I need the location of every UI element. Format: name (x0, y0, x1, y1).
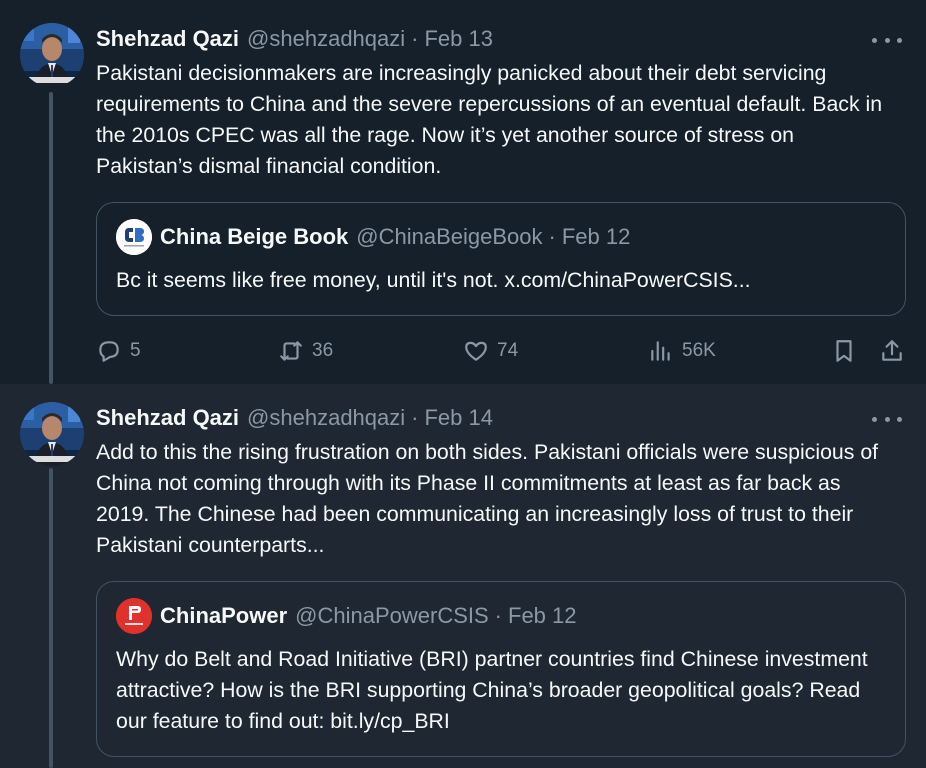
author-handle[interactable]: @shehzadhqazi (247, 405, 405, 431)
tweet-header: Shehzad Qazi @shehzadhqazi · Feb 14 (96, 402, 493, 434)
repost-icon (280, 341, 302, 361)
views-count: 56K (682, 340, 716, 361)
avatar-image (20, 23, 84, 87)
quoted-header-separator: · (494, 603, 502, 628)
quoted-tweet[interactable]: China Beige Book @ChinaBeigeBook · Feb 1… (96, 202, 906, 316)
tweet-header: Shehzad Qazi @shehzadhqazi · Feb 13 (96, 23, 493, 55)
quoted-tweet-header: China Beige Book @ChinaBeigeBook · Feb 1… (116, 219, 631, 255)
chinapower-logo (116, 598, 152, 634)
tweet-text: Add to this the rising frustration on bo… (96, 440, 879, 557)
thread-line (49, 468, 53, 768)
thread-line (49, 92, 53, 384)
more-icon[interactable] (872, 30, 902, 50)
tweet[interactable]: Shehzad Qazi @shehzadhqazi · Feb 14 Add … (0, 384, 926, 768)
quoted-tweet[interactable]: ChinaPower @ChinaPowerCSIS · Feb 12 Why … (96, 581, 906, 757)
share-button[interactable] (879, 334, 905, 368)
share-icon (882, 340, 902, 361)
timeline: Shehzad Qazi @shehzadhqazi · Feb 13 Paki… (0, 0, 926, 768)
views-icon (651, 341, 670, 361)
quoted-header-separator: · (548, 224, 556, 249)
avatar[interactable] (20, 402, 84, 466)
header-separator: · (411, 26, 419, 51)
quoted-tweet-text: Why do Belt and Road Initiative (BRI) pa… (116, 647, 868, 733)
repost-button[interactable]: 36 (278, 334, 333, 368)
tweet[interactable]: Shehzad Qazi @shehzadhqazi · Feb 13 Paki… (0, 0, 926, 384)
tweet-date[interactable]: Feb 14 (424, 405, 493, 431)
quoted-author-handle[interactable]: @ChinaPowerCSIS (295, 603, 489, 629)
reply-icon (99, 341, 119, 362)
header-separator: · (411, 405, 419, 430)
avatar[interactable] (20, 23, 84, 87)
views-button[interactable]: 56K (648, 334, 716, 368)
quoted-author-name[interactable]: ChinaPower (160, 603, 287, 629)
like-count: 74 (497, 340, 519, 361)
avatar-image (20, 402, 84, 466)
like-icon (465, 341, 487, 361)
repost-count: 36 (312, 340, 334, 361)
author-handle[interactable]: @shehzadhqazi (247, 26, 405, 52)
quoted-tweet-date[interactable]: Feb 12 (508, 603, 577, 629)
quoted-tweet-text: Bc it seems like free money, until it's … (116, 268, 751, 292)
tweet-text: Pakistani decisionmakers are increasingl… (96, 61, 883, 178)
bookmark-icon (836, 340, 852, 362)
more-icon[interactable] (872, 409, 902, 429)
tweet-actions: 5 36 74 56K (96, 334, 906, 368)
quoted-author-name[interactable]: China Beige Book (160, 224, 348, 250)
author-name[interactable]: Shehzad Qazi (96, 26, 239, 52)
reply-count: 5 (130, 340, 141, 361)
bookmark-button[interactable] (831, 334, 857, 368)
reply-button[interactable]: 5 (96, 334, 141, 368)
like-button[interactable]: 74 (463, 334, 518, 368)
quoted-tweet-date[interactable]: Feb 12 (562, 224, 631, 250)
author-name[interactable]: Shehzad Qazi (96, 405, 239, 431)
quoted-author-handle[interactable]: @ChinaBeigeBook (356, 224, 542, 250)
quoted-avatar (116, 219, 152, 255)
quoted-tweet-header: ChinaPower @ChinaPowerCSIS · Feb 12 (116, 598, 577, 634)
china-beige-book-logo (116, 219, 152, 255)
quoted-avatar (116, 598, 152, 634)
tweet-date[interactable]: Feb 13 (424, 26, 493, 52)
